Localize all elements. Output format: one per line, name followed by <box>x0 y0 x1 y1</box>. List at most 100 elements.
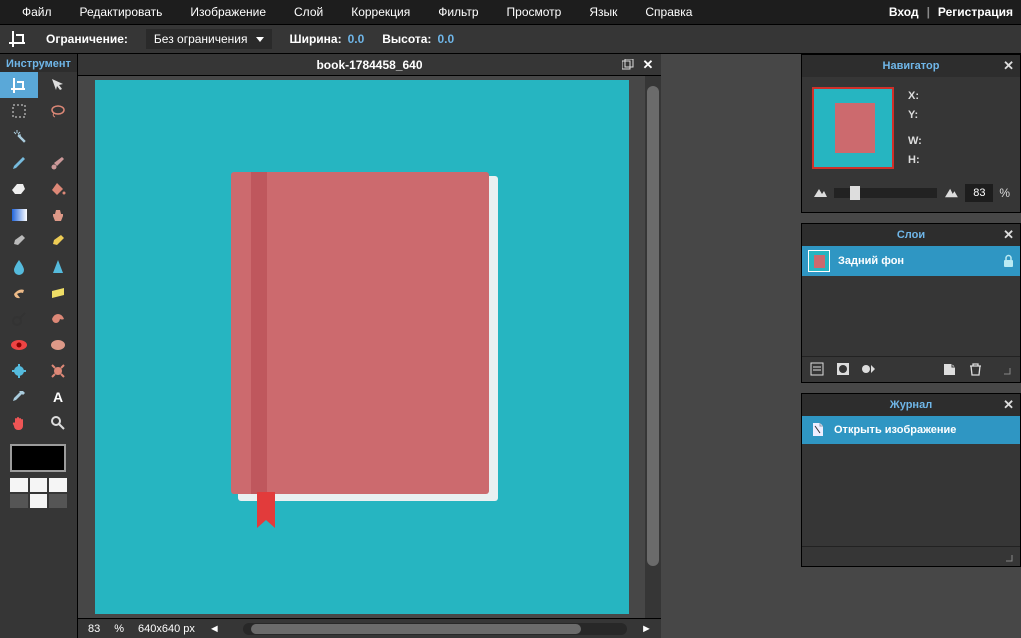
navigator-zoom-pct: % <box>999 186 1010 200</box>
pinch-tool[interactable] <box>39 358 77 384</box>
canvas-dimensions: 640x640 px <box>138 623 195 635</box>
history-panel-resize-icon[interactable] <box>998 547 1016 565</box>
menu-filter[interactable]: Фильтр <box>424 1 492 23</box>
clone-tool[interactable] <box>39 202 77 228</box>
tool-panel-title: Инструмент <box>0 54 77 72</box>
document-icon <box>810 422 826 438</box>
redeye-tool[interactable] <box>0 332 38 358</box>
navigator-preview[interactable] <box>812 87 894 169</box>
menu-view[interactable]: Просмотр <box>493 1 576 23</box>
lock-icon[interactable] <box>1003 254 1014 267</box>
canvas-viewport[interactable] <box>78 76 645 618</box>
sharpen-tool[interactable] <box>39 254 77 280</box>
register-link[interactable]: Регистрация <box>938 5 1013 19</box>
right-panel-column: Навигатор ✕ X: Y: W: H: 83 % <box>801 54 1021 638</box>
eraser-tool[interactable] <box>0 176 38 202</box>
width-label: Ширина: <box>290 32 342 46</box>
color-replace-tool[interactable] <box>0 228 38 254</box>
menu-bar: Файл Редактировать Изображение Слой Корр… <box>0 0 1021 24</box>
height-value[interactable]: 0.0 <box>437 32 454 46</box>
tool-panel: Инструмент A <box>0 54 78 638</box>
status-bar: 83 % 640x640 px ◄ ► <box>78 618 661 638</box>
history-panel: Журнал ✕ Открыть изображение <box>801 393 1021 567</box>
zoom-out-icon[interactable] <box>812 187 828 199</box>
menu-language[interactable]: Язык <box>575 1 631 23</box>
constraint-dropdown[interactable]: Без ограничения <box>146 29 272 49</box>
zoom-slider[interactable] <box>834 188 937 198</box>
crop-tool-indicator-icon <box>6 28 28 50</box>
type-tool[interactable]: A <box>39 384 77 410</box>
menu-layer[interactable]: Слой <box>280 1 337 23</box>
canvas-image <box>95 80 629 614</box>
layers-title: Слои <box>897 229 925 241</box>
hand-tool[interactable] <box>0 410 38 436</box>
history-item-label: Открыть изображение <box>834 424 956 436</box>
draw-tool[interactable] <box>39 228 77 254</box>
layers-panel: Слои ✕ Задний фон <box>801 223 1021 383</box>
vertical-scrollbar[interactable] <box>645 76 661 618</box>
sponge-tool[interactable] <box>39 280 77 306</box>
document-header: book-1784458_640 ✕ <box>78 54 661 76</box>
navigator-info: X: Y: W: H: <box>908 87 922 170</box>
layer-row-background[interactable]: Задний фон <box>802 246 1020 276</box>
pencil-tool[interactable] <box>0 150 38 176</box>
layer-settings-icon[interactable] <box>808 360 826 378</box>
move-tool[interactable] <box>39 72 77 98</box>
layer-thumbnail <box>808 250 830 272</box>
layer-mask-icon[interactable] <box>834 360 852 378</box>
close-icon[interactable]: ✕ <box>641 58 655 72</box>
canvas-area: book-1784458_640 ✕ 83 % 640x640 px ◄ ► <box>78 54 661 638</box>
zoom-tool[interactable] <box>39 410 77 436</box>
login-link[interactable]: Вход <box>889 5 919 19</box>
history-close-icon[interactable]: ✕ <box>1003 397 1014 413</box>
delete-layer-icon[interactable] <box>966 360 984 378</box>
document-title: book-1784458_640 <box>316 58 422 72</box>
navigator-title: Навигатор <box>883 60 940 72</box>
navigator-zoom-value[interactable]: 83 <box>965 184 993 202</box>
menu-adjustment[interactable]: Коррекция <box>337 1 424 23</box>
marquee-tool[interactable] <box>0 98 38 124</box>
gradient-tool[interactable] <box>0 202 38 228</box>
menu-help[interactable]: Справка <box>631 1 706 23</box>
layers-close-icon[interactable]: ✕ <box>1003 227 1014 243</box>
width-value[interactable]: 0.0 <box>348 32 365 46</box>
navigator-close-icon[interactable]: ✕ <box>1003 58 1014 74</box>
zoom-percent[interactable]: 83 <box>88 623 100 635</box>
zoom-percent-label: % <box>114 623 124 635</box>
maximize-icon[interactable] <box>621 58 635 72</box>
constraint-value: Без ограничения <box>154 32 248 46</box>
blur-tool[interactable] <box>0 254 38 280</box>
burn-tool[interactable] <box>39 306 77 332</box>
auth-divider: | <box>927 5 930 19</box>
spot-heal-tool[interactable] <box>39 332 77 358</box>
swatch-presets[interactable] <box>10 478 67 508</box>
navigator-panel: Навигатор ✕ X: Y: W: H: 83 % <box>801 54 1021 213</box>
new-layer-icon[interactable] <box>940 360 958 378</box>
dodge-tool[interactable] <box>0 306 38 332</box>
picker-tool[interactable] <box>0 384 38 410</box>
crop-tool[interactable] <box>0 72 38 98</box>
bucket-tool[interactable] <box>39 176 77 202</box>
layer-styles-icon[interactable] <box>860 360 878 378</box>
history-item-open[interactable]: Открыть изображение <box>802 416 1020 444</box>
menu-edit[interactable]: Редактировать <box>66 1 177 23</box>
brush-tool[interactable] <box>39 150 77 176</box>
lasso-tool[interactable] <box>39 98 77 124</box>
hscroll-right-arrow-icon[interactable]: ► <box>641 623 651 635</box>
history-title: Журнал <box>890 399 932 411</box>
menu-image[interactable]: Изображение <box>176 1 280 23</box>
smudge-tool[interactable] <box>0 280 38 306</box>
empty-tool-1 <box>39 124 77 150</box>
menu-file[interactable]: Файл <box>8 1 66 23</box>
hscroll-left-arrow-icon[interactable]: ◄ <box>209 623 219 635</box>
svg-text:A: A <box>52 390 62 404</box>
bloat-tool[interactable] <box>0 358 38 384</box>
wand-tool[interactable] <box>0 124 38 150</box>
panel-resize-icon[interactable] <box>996 360 1014 378</box>
horizontal-scrollbar[interactable] <box>243 623 627 635</box>
zoom-in-icon[interactable] <box>943 187 959 199</box>
layer-name: Задний фон <box>838 255 904 267</box>
height-label: Высота: <box>382 32 431 46</box>
foreground-color-swatch[interactable] <box>10 444 66 472</box>
chevron-down-icon <box>256 37 264 42</box>
